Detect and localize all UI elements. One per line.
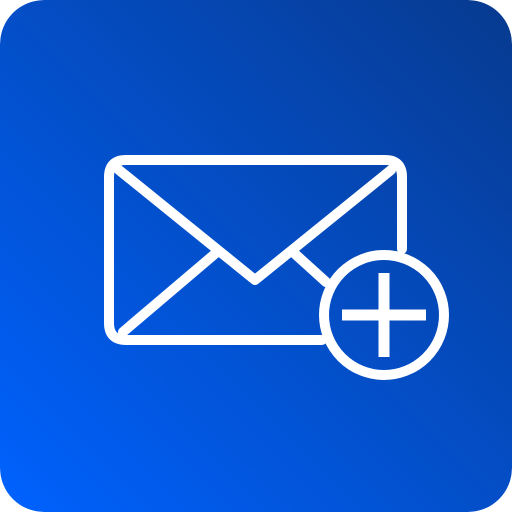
plus-badge-icon — [319, 250, 449, 380]
add-mail-app-icon[interactable] — [0, 0, 512, 512]
icon-background — [0, 0, 512, 512]
add-mail-icon — [0, 0, 512, 512]
